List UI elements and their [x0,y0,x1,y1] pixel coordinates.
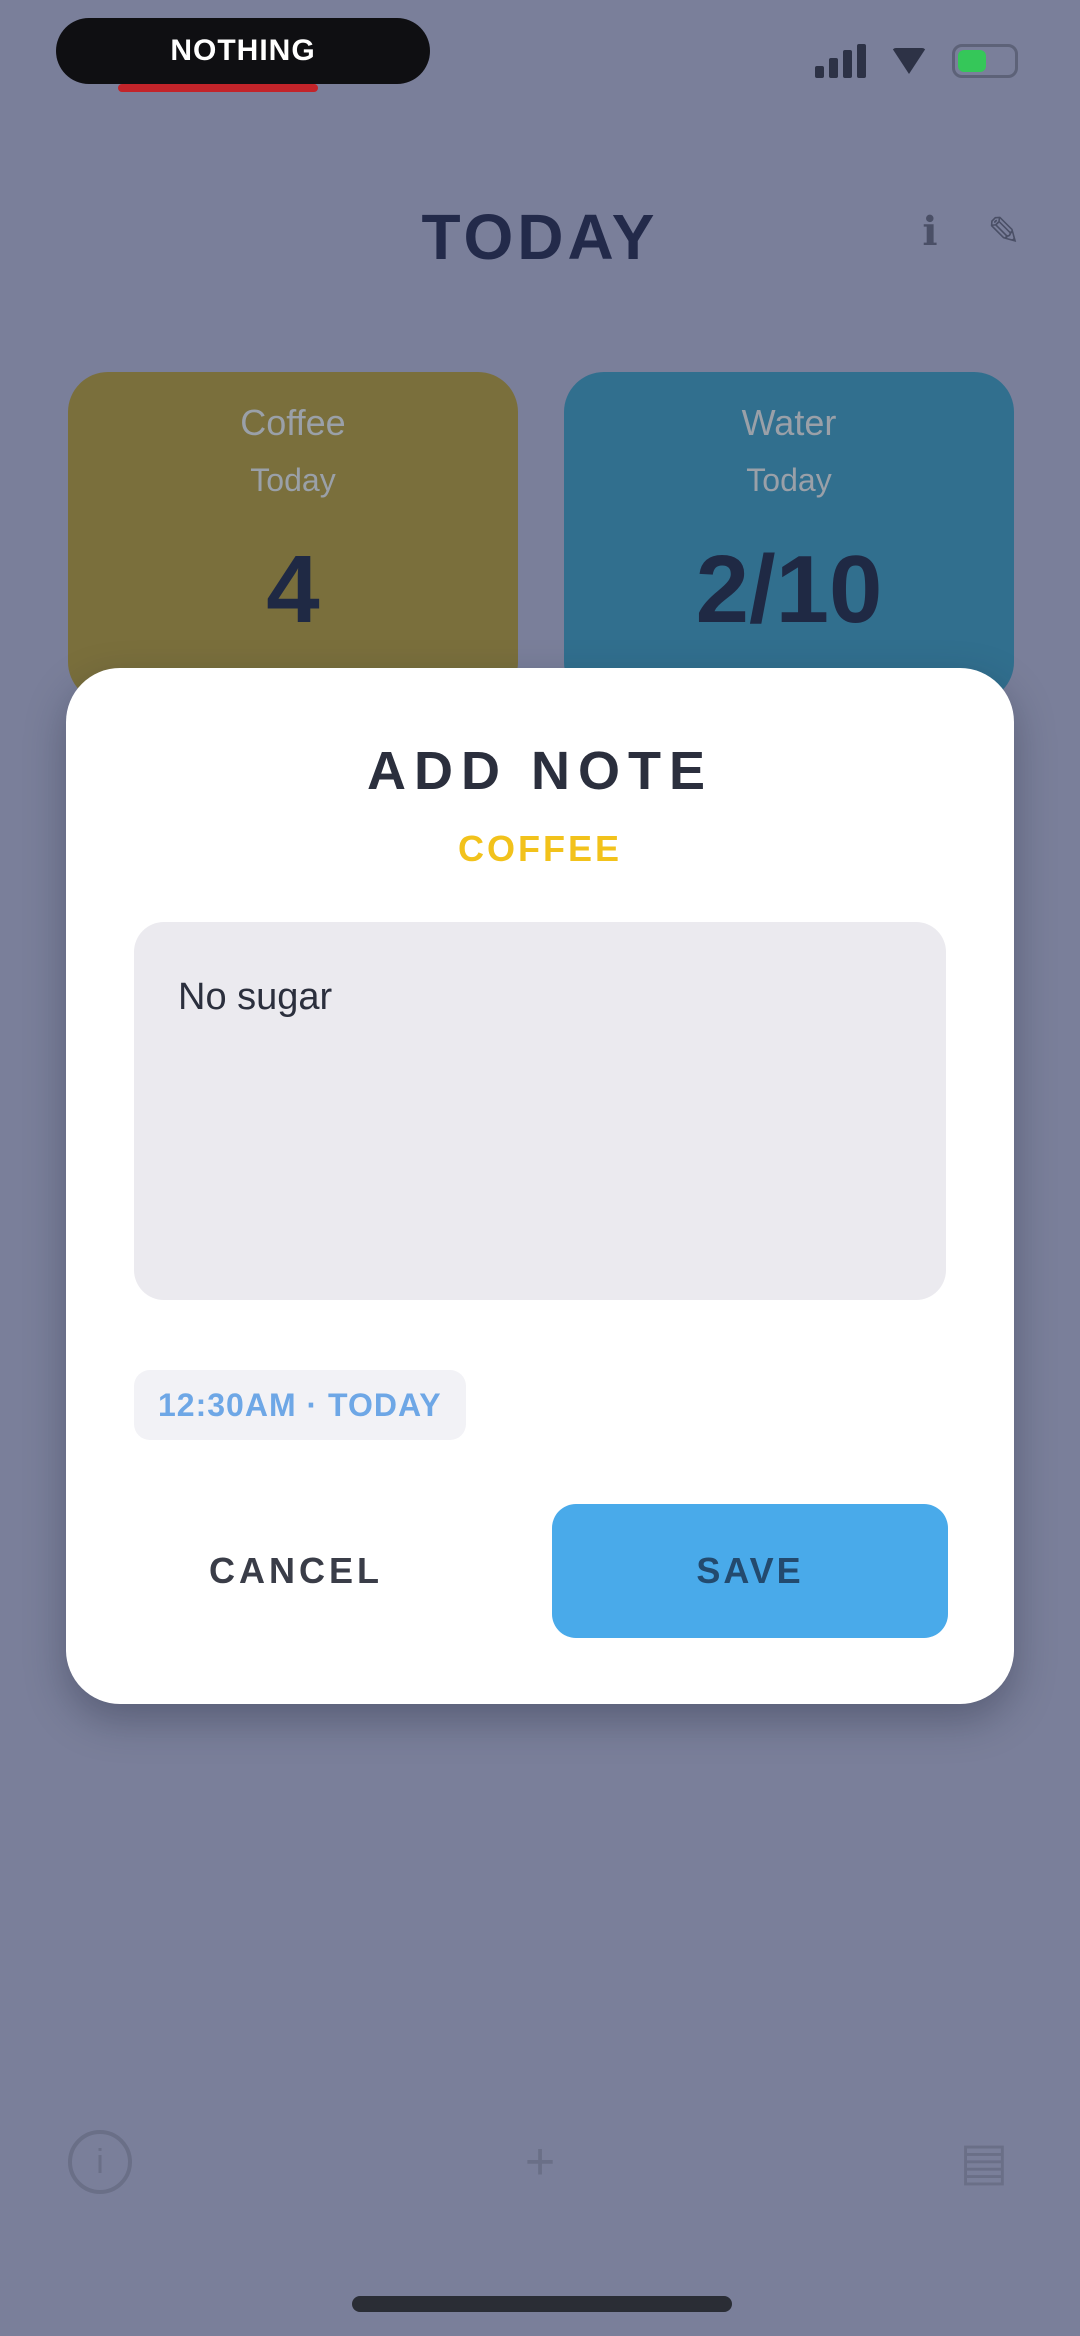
cancel-button[interactable]: CANCEL [166,1506,426,1636]
info-icon[interactable]: ℹ [908,210,952,254]
status-icons [815,44,1018,78]
card-value: 4 [266,536,320,643]
info-icon[interactable]: i [68,2130,132,2194]
bottom-nav: i + ▤ [0,2130,1080,2220]
note-input[interactable]: No sugar [134,922,946,1300]
stats-icon[interactable]: ▤ [952,2130,1016,2194]
save-button[interactable]: SAVE [552,1504,948,1638]
header-icons: ℹ ✎ [908,210,1026,254]
signal-icon [815,44,866,78]
add-icon[interactable]: + [508,2130,572,2194]
brand-pill: NOTHING [56,18,430,92]
dialog-subtitle: COFFEE [457,828,622,869]
brand-underline [118,84,318,92]
edit-icon[interactable]: ✎ [982,210,1026,254]
coffee-card[interactable]: Coffee Today 4 [68,372,518,702]
water-card[interactable]: Water Today 2/10 [564,372,1014,702]
date-chip[interactable]: 12:30AM · TODAY [134,1370,466,1440]
battery-icon [952,44,1018,78]
brand-text: NOTHING [170,34,316,67]
dialog-title: ADD NOTE [367,741,713,801]
card-value: 2/10 [695,536,883,643]
card-sub: Today [746,462,832,498]
card-label: Water [741,402,837,443]
home-indicator[interactable] [352,2296,732,2312]
card-sub: Today [250,462,336,498]
wifi-icon [892,48,926,74]
card-label: Coffee [240,402,346,443]
add-note-dialog: ADD NOTE COFFEE No sugar 12:30AM · TODAY… [66,668,1014,1704]
